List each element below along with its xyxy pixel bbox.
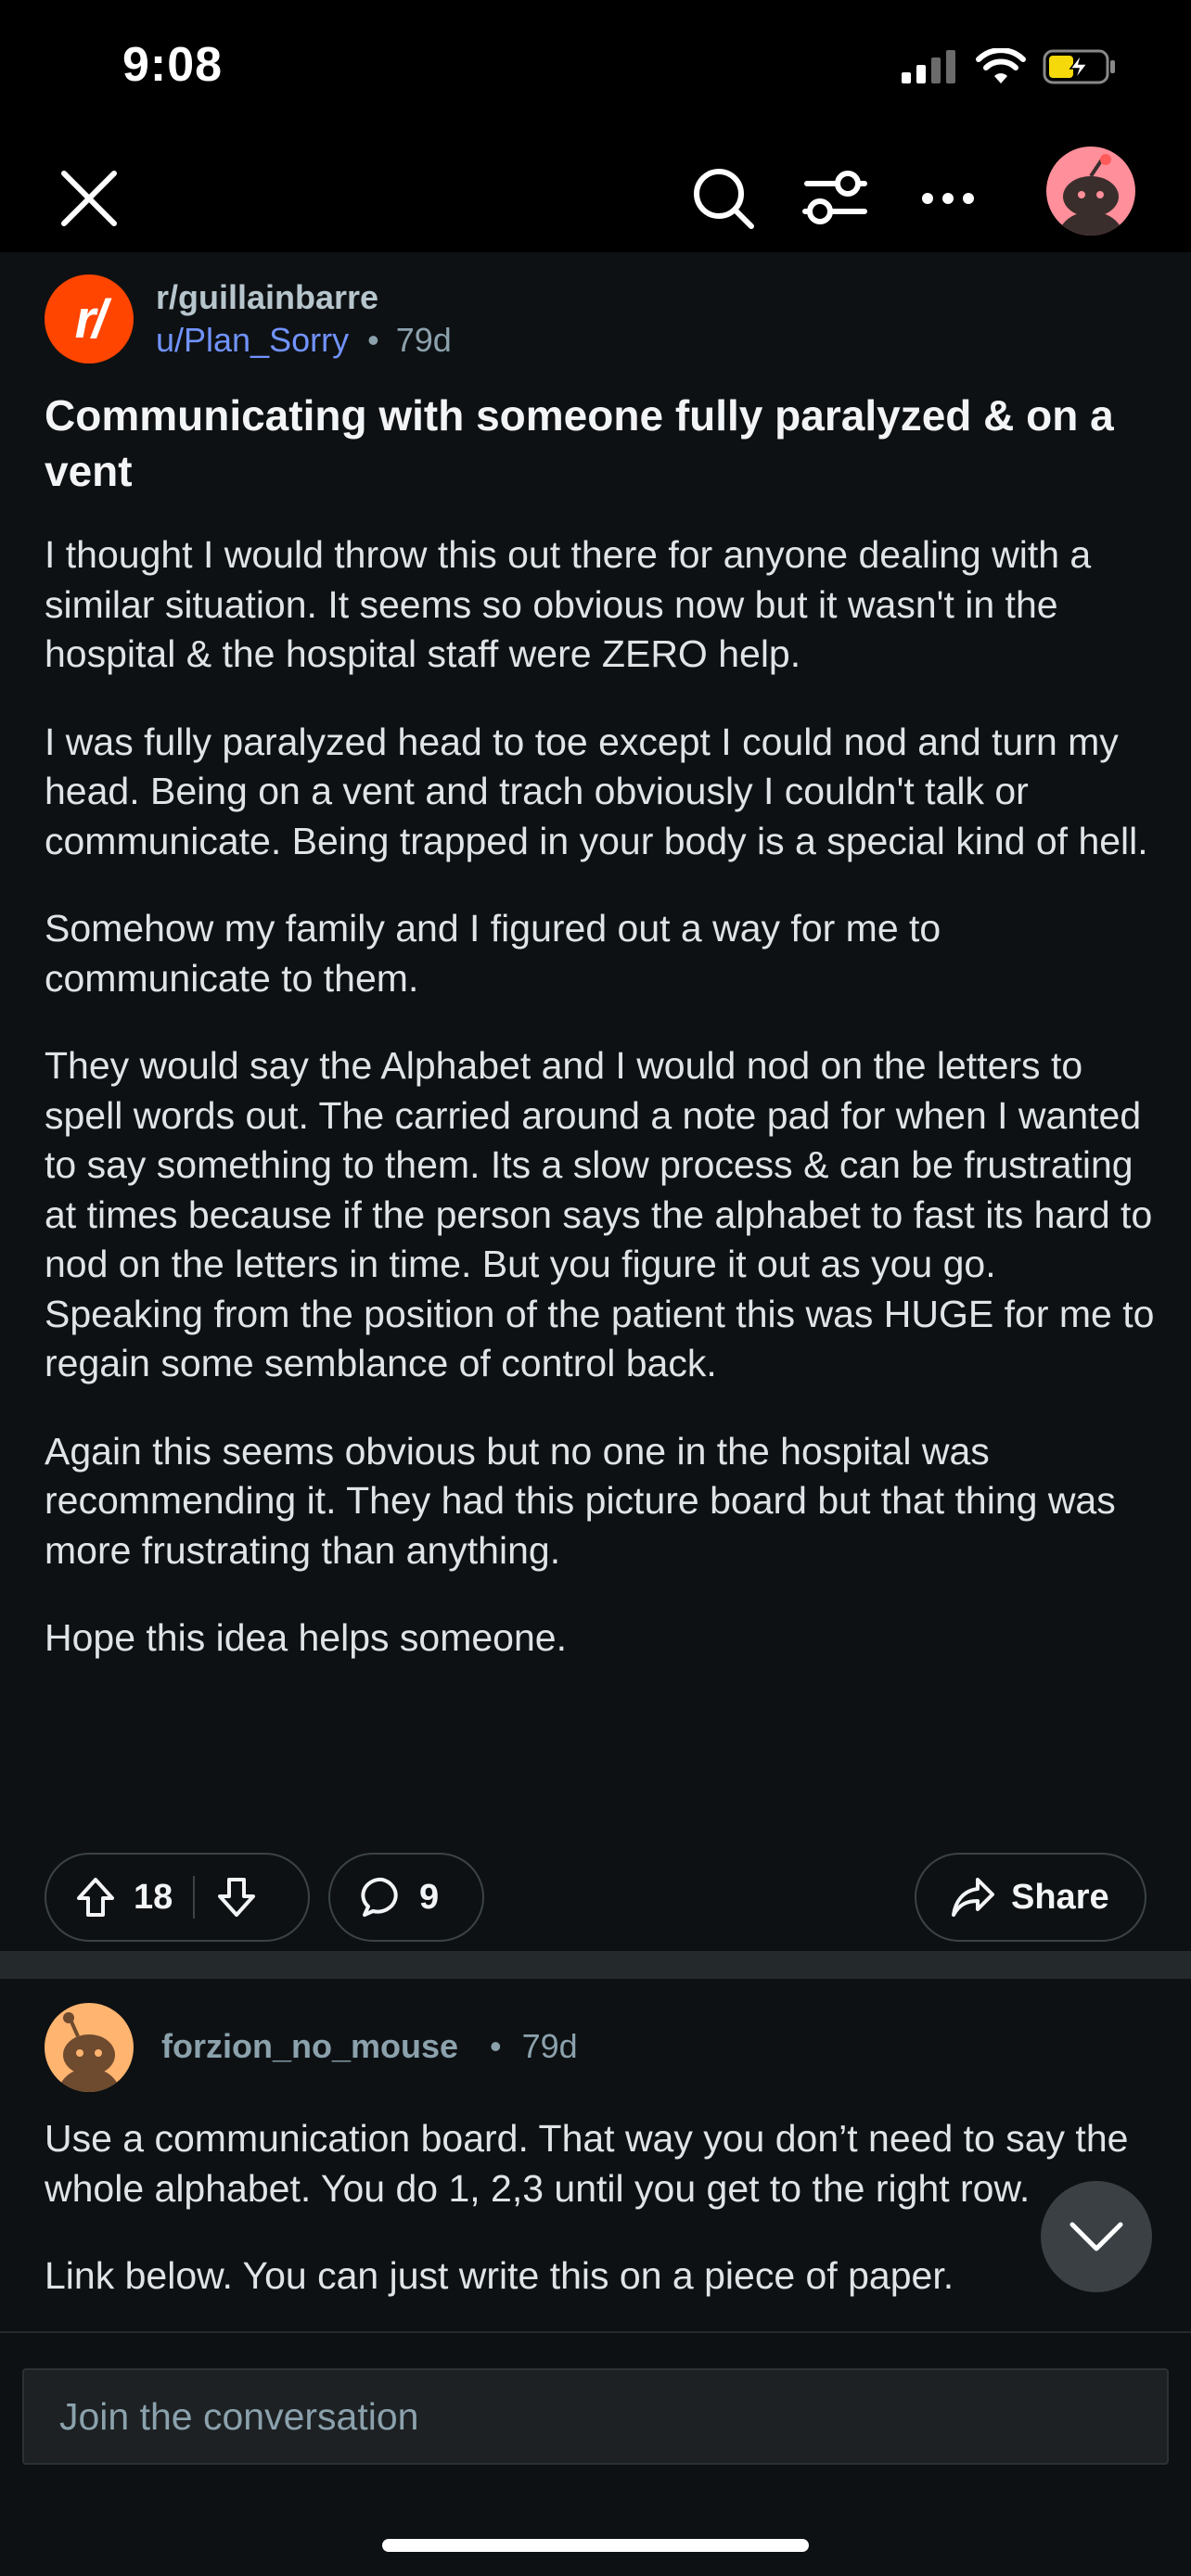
post: r/ r/guillainbarre u/Plan_Sorry • 79d Co…	[0, 252, 1191, 1951]
post-paragraph: They would say the Alphabet and I would …	[45, 1044, 1155, 1384]
battery-charging-icon	[1043, 49, 1115, 84]
filter-icon	[802, 171, 867, 224]
more-icon	[922, 193, 974, 204]
user-avatar-button[interactable]	[1046, 147, 1135, 236]
section-divider	[0, 1951, 1191, 1979]
upvote-arrow-icon	[77, 1878, 114, 1917]
join-conversation-input[interactable]: Join the conversation	[22, 2368, 1169, 2465]
comments-button[interactable]: 9	[328, 1853, 484, 1942]
comment-count: 9	[419, 1877, 440, 1917]
post-paragraph: Hope this idea helps someone.	[45, 1616, 567, 1659]
meta-separator: •	[367, 321, 379, 359]
post-title: Communicating with someone fully paralyz…	[45, 391, 1114, 495]
share-arrow-icon	[952, 1878, 994, 1917]
comment-paragraph: Use a communication board. That way you …	[45, 2117, 1129, 2210]
share-button[interactable]: Share	[915, 1853, 1146, 1942]
more-options-button[interactable]	[907, 158, 989, 239]
avatar-icon	[1057, 154, 1124, 236]
post-age: 79d	[395, 321, 452, 359]
chevron-down-icon	[1069, 2222, 1123, 2251]
share-label: Share	[1011, 1877, 1109, 1917]
commenter-avatar[interactable]	[45, 2003, 134, 2092]
search-button[interactable]	[683, 158, 764, 239]
meta-separator: •	[490, 2027, 502, 2065]
post-detail-screen: 9:08 r/ r/guillainbarre u/Plan_Sorry • 7…	[0, 0, 1191, 2576]
post-actions: 18 9 Share	[45, 1853, 1146, 1942]
scroll-down-button[interactable]	[1041, 2181, 1152, 2292]
comment-age: 79d	[521, 2027, 578, 2065]
vote-divider	[193, 1876, 196, 1919]
avatar-icon	[58, 2012, 121, 2092]
upvote-button[interactable]	[74, 1876, 117, 1919]
downvote-arrow-icon	[218, 1878, 256, 1917]
cellular-signal-icon	[902, 50, 955, 83]
sort-filter-button[interactable]	[794, 158, 876, 239]
comment-bubble-icon	[361, 1877, 398, 1917]
status-time: 9:08	[122, 38, 224, 92]
post-paragraph: Again this seems obvious but no one in t…	[45, 1429, 1116, 1572]
close-button[interactable]	[48, 158, 130, 239]
comment-body: Use a communication board. That way you …	[45, 2114, 1158, 2331]
downvote-button[interactable]	[215, 1876, 258, 1919]
wifi-icon	[976, 48, 1026, 83]
search-icon	[694, 169, 754, 229]
post-author[interactable]: u/Plan_Sorry	[156, 321, 349, 359]
post-paragraph: I was fully paralyzed head to toe except…	[45, 720, 1148, 862]
vote-control: 18	[45, 1853, 310, 1942]
subreddit-icon[interactable]: r/	[45, 274, 134, 363]
close-icon	[61, 171, 117, 226]
post-paragraph: I thought I would throw this out there f…	[45, 533, 1092, 675]
status-icons	[902, 48, 1117, 85]
post-paragraph: Somehow my family and I figured out a wa…	[45, 907, 941, 1000]
vote-count: 18	[134, 1877, 173, 1917]
post-body: I thought I would throw this out there f…	[45, 530, 1158, 1702]
comment-paragraph: Link below. You can just write this on a…	[45, 2254, 954, 2297]
subreddit-name[interactable]: r/guillainbarre	[156, 278, 378, 317]
status-bar: 9:08	[0, 0, 1191, 139]
comment-author[interactable]: forzion_no_mouse	[161, 2027, 458, 2066]
comment: forzion_no_mouse • 79d Use a communicati…	[0, 1979, 1191, 2331]
top-navigation-bar	[0, 139, 1191, 252]
home-indicator	[382, 2539, 809, 2552]
comment-meta: • 79d	[490, 2027, 578, 2066]
post-meta: u/Plan_Sorry • 79d	[156, 321, 452, 360]
